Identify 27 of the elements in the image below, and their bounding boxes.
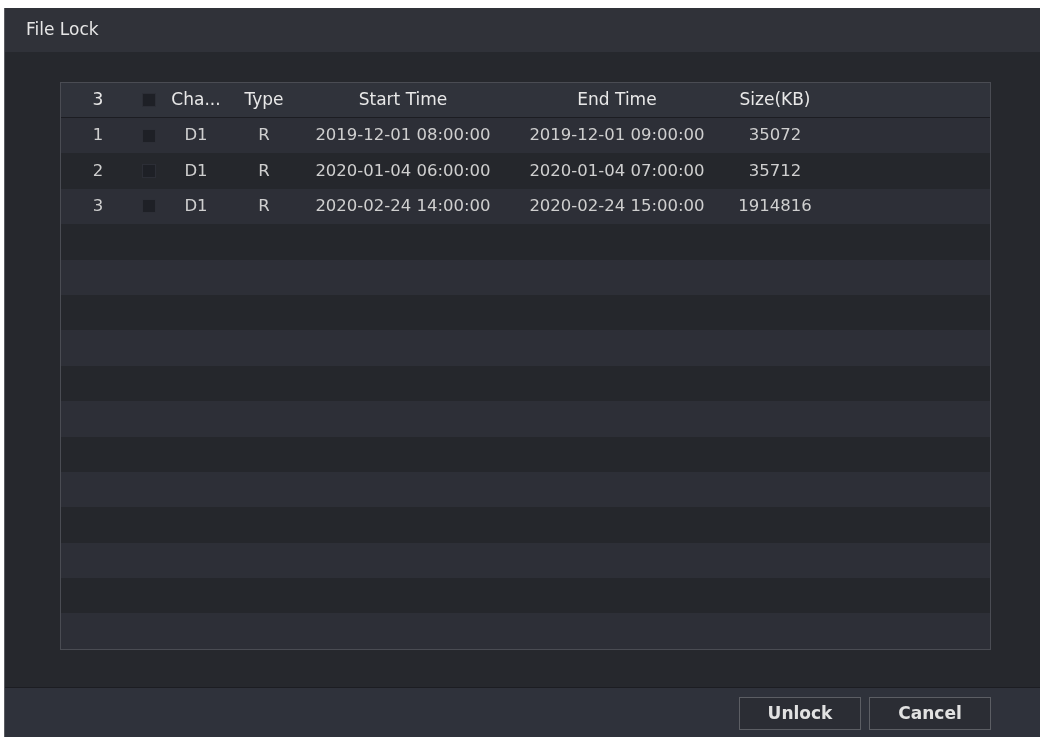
column-header[interactable]: Cha... xyxy=(171,87,221,113)
row-number: 2 xyxy=(92,159,104,182)
row-number: 1 xyxy=(92,124,104,147)
row-count: 3 xyxy=(92,88,104,112)
dialog-button[interactable]: Cancel xyxy=(869,697,991,730)
table-cell-text: 1914816 xyxy=(738,195,812,218)
table-cell-text: 2020-01-04 07:00:00 xyxy=(529,159,705,182)
table-cell-text: 35072 xyxy=(748,124,802,147)
table-cell-text: D1 xyxy=(184,195,208,218)
column-header[interactable]: Size(KB) xyxy=(739,87,811,113)
column-header[interactable]: End Time xyxy=(577,87,657,113)
column-header[interactable]: Start Time xyxy=(358,87,448,113)
row-number: 3 xyxy=(92,195,104,218)
table-cell-text: D1 xyxy=(184,159,208,182)
dialog-button[interactable]: Unlock xyxy=(739,697,861,730)
table-cell-text: R xyxy=(258,195,270,218)
table-cell-text: R xyxy=(258,124,270,147)
table-cell-text: R xyxy=(258,159,270,182)
window-title: File Lock xyxy=(26,18,99,42)
table-cell-text: 35712 xyxy=(748,159,802,182)
table-cell-text: 2020-01-04 06:00:00 xyxy=(315,159,491,182)
table-cell-text: D1 xyxy=(184,124,208,147)
column-header[interactable]: Type xyxy=(244,87,284,113)
table-cell-text: 2019-12-01 09:00:00 xyxy=(529,124,705,147)
table-cell-text: 2020-02-24 14:00:00 xyxy=(315,195,491,218)
table-cell-text: 2019-12-01 08:00:00 xyxy=(315,124,491,147)
table-cell-text: 2020-02-24 15:00:00 xyxy=(529,195,705,218)
